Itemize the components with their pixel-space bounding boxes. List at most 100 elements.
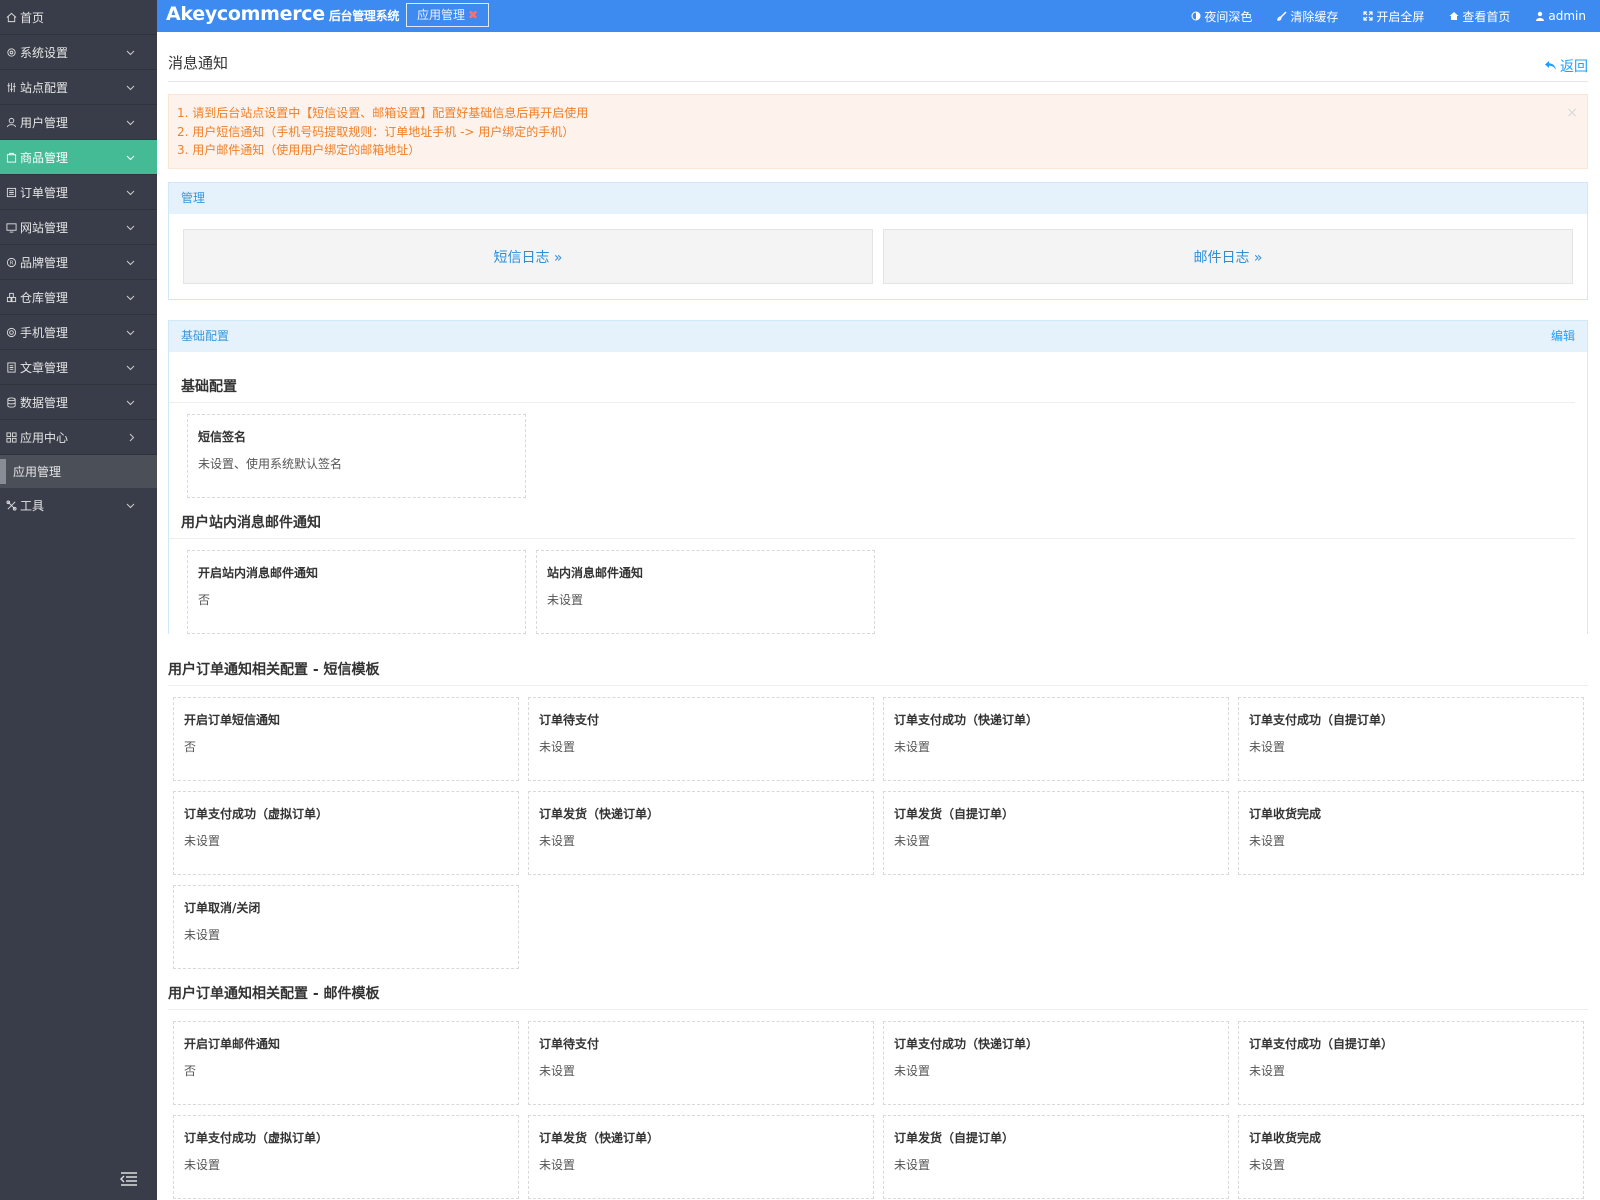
config-item-value: 未设置 xyxy=(539,834,576,848)
config-panel-title: 基础配置 xyxy=(181,329,230,343)
sidebar: 首页 系统设置 站点配置 用户管理 商品管理 订单管理 网站管理 R 品牌管理 … xyxy=(0,0,157,1200)
config-item: 订单收货完成 未设置 xyxy=(1238,791,1584,875)
config-item-label: 订单待支付 xyxy=(539,1037,600,1051)
config-item-label: 开启站内消息邮件通知 xyxy=(198,566,319,580)
view-homepage-button[interactable]: 查看首页 xyxy=(1449,8,1510,25)
sidebar-item-label: 首页 xyxy=(20,10,45,25)
config-item-label: 站内消息邮件通知 xyxy=(547,566,644,580)
sidebar-item-label: 订单管理 xyxy=(20,185,69,200)
config-item-label: 订单收货完成 xyxy=(1249,1131,1322,1145)
config-item: 订单取消/关闭 未设置 xyxy=(173,885,519,969)
sidebar-item-system[interactable]: 系统设置 xyxy=(0,35,157,70)
sidebar-item-site-config[interactable]: 站点配置 xyxy=(0,70,157,105)
sidebar-item-home[interactable]: 首页 xyxy=(0,0,157,35)
alert-line: 3. 用户邮件通知（使用用户绑定的邮箱地址） xyxy=(177,143,421,157)
alert-line: 2. 用户短信通知（手机号码提取规则：订单地址手机 -> 用户绑定的手机） xyxy=(177,124,575,139)
basic-config-row: 短信签名 未设置、使用系统默认签名 xyxy=(169,403,1587,498)
sidebar-item-warehouse[interactable]: 仓库管理 xyxy=(0,280,157,315)
reply-icon xyxy=(1545,61,1556,70)
manage-panel: 管理 短信日志 » 邮件日志 » xyxy=(168,182,1588,300)
sidebar-item-label: 站点配置 xyxy=(20,80,69,95)
manage-panel-header: 管理 xyxy=(169,183,1587,214)
config-item-label: 订单发货（快递订单） xyxy=(539,807,660,821)
brand-subtitle: 后台管理系统 xyxy=(328,9,400,23)
sidebar-item-brand[interactable]: R 品牌管理 xyxy=(0,245,157,280)
config-item-value: 未设置 xyxy=(1249,740,1286,754)
contrast-icon xyxy=(1191,11,1201,21)
expand-icon xyxy=(1363,11,1373,21)
brush-icon xyxy=(1277,11,1287,21)
config-item-value: 否 xyxy=(184,740,197,754)
section-title-sms: 用户订单通知相关配置 - 短信模板 xyxy=(168,634,1588,686)
sidebar-item-goods[interactable]: 商品管理 xyxy=(0,140,157,175)
config-item: 订单支付成功（快递订单） 未设置 xyxy=(883,1021,1229,1105)
config-item-label: 短信签名 xyxy=(198,430,247,444)
config-item-label: 开启订单邮件通知 xyxy=(184,1037,281,1051)
config-item-value: 未设置 xyxy=(1249,1064,1286,1078)
user-icon xyxy=(5,116,18,129)
apps-icon xyxy=(5,431,18,444)
station-config-row: 开启站内消息邮件通知 否 站内消息邮件通知 未设置 xyxy=(169,539,1587,634)
sidebar-item-label: 用户管理 xyxy=(20,115,69,130)
config-item: 订单支付成功（快递订单） 未设置 xyxy=(883,697,1229,781)
config-item: 订单支付成功（虚拟订单） 未设置 xyxy=(173,791,519,875)
config-item-label: 订单支付成功（自提订单） xyxy=(1249,1037,1394,1051)
dark-mode-button[interactable]: 夜间深色 xyxy=(1191,8,1252,25)
sidebar-item-orders[interactable]: 订单管理 xyxy=(0,175,157,210)
edit-link[interactable]: 编辑 xyxy=(1551,321,1575,352)
sliders-icon xyxy=(5,81,18,94)
list-icon xyxy=(5,186,18,199)
database-icon xyxy=(5,396,18,409)
sidebar-item-mobile[interactable]: 手机管理 xyxy=(0,315,157,350)
close-alert-icon[interactable]: × xyxy=(1566,104,1578,123)
sidebar-item-articles[interactable]: 文章管理 xyxy=(0,350,157,385)
sidebar-item-label: 商品管理 xyxy=(20,150,69,165)
fullscreen-button[interactable]: 开启全屏 xyxy=(1363,8,1424,25)
config-item: 订单支付成功（自提订单） 未设置 xyxy=(1238,1021,1584,1105)
config-item-label: 订单支付成功（虚拟订单） xyxy=(184,1131,329,1145)
config-item: 订单发货（自提订单） 未设置 xyxy=(883,791,1229,875)
collapse-menu-icon[interactable] xyxy=(120,1172,138,1186)
log-buttons: 短信日志 » 邮件日志 » xyxy=(169,214,1587,299)
config-item: 订单发货（自提订单） 未设置 xyxy=(883,1115,1229,1199)
sidebar-item-tools[interactable]: 工具 xyxy=(0,488,157,523)
clear-cache-button[interactable]: 清除缓存 xyxy=(1277,8,1338,25)
sidebar-item-label: 系统设置 xyxy=(20,45,69,60)
config-item-value: 未设置 xyxy=(1249,834,1286,848)
config-item-label: 订单支付成功（虚拟订单） xyxy=(184,807,329,821)
config-item-label: 订单发货（自提订单） xyxy=(894,1131,1015,1145)
open-tab[interactable]: 应用管理 ✖ xyxy=(406,3,490,27)
config-item-value: 未设置 xyxy=(184,834,221,848)
chevron-down-icon xyxy=(126,210,135,245)
back-button[interactable]: 返回 xyxy=(1544,42,1588,76)
config-item-label: 订单发货（自提订单） xyxy=(894,807,1015,821)
chevron-down-icon xyxy=(126,35,135,70)
sidebar-item-users[interactable]: 用户管理 xyxy=(0,105,157,140)
mail-template-grid: 开启订单邮件通知否 订单待支付未设置 订单支付成功（快递订单） 未设置 订单支付成… xyxy=(168,1010,1588,1199)
config-item-label: 订单收货完成 xyxy=(1249,807,1322,821)
site-icon xyxy=(5,221,18,234)
config-item: 开启订单邮件通知否 xyxy=(173,1021,519,1105)
sidebar-item-label: 仓库管理 xyxy=(20,290,69,305)
close-tab-icon[interactable]: ✖ xyxy=(468,8,478,22)
section-title-station: 用户站内消息邮件通知 xyxy=(169,498,1575,539)
svg-text:R: R xyxy=(10,260,14,266)
brand-logo[interactable]: Akeycommerce 后台管理系统 xyxy=(166,3,399,25)
mail-log-button[interactable]: 邮件日志 » xyxy=(883,229,1573,284)
sidebar-item-label: 数据管理 xyxy=(20,395,69,410)
admin-user-menu[interactable]: admin xyxy=(1535,9,1586,23)
config-item-label: 订单发货（快递订单） xyxy=(539,1131,660,1145)
main-content: 消息通知 返回 1. 请到后台站点设置中【短信设置、邮箱设置】配置好基础信息后再… xyxy=(157,32,1600,1200)
sidebar-item-data[interactable]: 数据管理 xyxy=(0,385,157,420)
view-homepage-label: 查看首页 xyxy=(1462,9,1511,24)
sms-log-button[interactable]: 短信日志 » xyxy=(183,229,873,284)
config-item-value: 未设置 xyxy=(894,1158,931,1172)
tools-icon xyxy=(5,499,18,512)
sidebar-item-app-center[interactable]: 应用中心 xyxy=(0,420,157,455)
sidebar-subitem-app-manage[interactable]: 应用管理 xyxy=(0,455,157,488)
chevron-down-icon xyxy=(126,350,135,385)
chevron-right-icon xyxy=(129,420,135,455)
header-actions: 夜间深色 清除缓存 开启全屏 查看首页 admin xyxy=(1166,0,1586,32)
sidebar-item-website[interactable]: 网站管理 xyxy=(0,210,157,245)
config-item-value: 未设置 xyxy=(539,1158,576,1172)
